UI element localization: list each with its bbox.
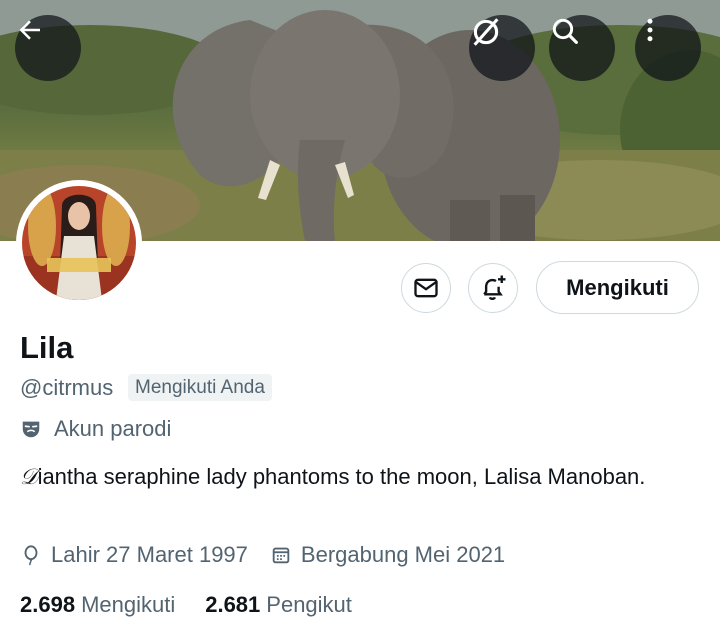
theater-mask-icon bbox=[22, 421, 40, 438]
message-button[interactable] bbox=[401, 263, 451, 313]
joined-item: Bergabung Mei 2021 bbox=[270, 542, 505, 568]
notifications-button[interactable] bbox=[468, 263, 518, 313]
bell-plus-icon bbox=[483, 275, 506, 300]
balloon-icon bbox=[24, 545, 38, 566]
following-label: Mengikuti bbox=[81, 592, 176, 617]
profile-stats: 2.698 Mengikuti 2.681 Pengikut bbox=[20, 592, 352, 618]
more-button[interactable] bbox=[635, 15, 701, 81]
bio-text: iantha seraphine lady phantoms to the mo… bbox=[37, 464, 646, 489]
profile-name: Lila bbox=[20, 330, 74, 365]
back-button[interactable] bbox=[15, 15, 81, 81]
joined-text: Bergabung Mei 2021 bbox=[300, 542, 506, 567]
search-button[interactable] bbox=[549, 15, 615, 81]
grok-icon bbox=[473, 18, 499, 46]
profile-meta: Lahir 27 Maret 1997 Bergabung Mei 2021 bbox=[20, 542, 505, 568]
profile-bio: 𝒟iantha seraphine lady phantoms to the m… bbox=[20, 460, 700, 494]
follows-you-badge: Mengikuti Anda bbox=[128, 374, 272, 401]
search-icon bbox=[552, 18, 578, 44]
profile-handle: @citrmus bbox=[20, 375, 114, 400]
following-stat[interactable]: 2.698 Mengikuti bbox=[20, 592, 175, 618]
back-arrow-icon bbox=[19, 20, 40, 40]
avatar[interactable] bbox=[16, 180, 142, 306]
birthday-item: Lahir 27 Maret 1997 bbox=[20, 542, 248, 568]
grok-button[interactable] bbox=[469, 15, 535, 81]
followers-label: Pengikut bbox=[266, 592, 352, 617]
parody-label: Akun parodi bbox=[20, 416, 171, 442]
following-count: 2.698 bbox=[20, 592, 76, 617]
followers-count: 2.681 bbox=[205, 592, 261, 617]
calendar-icon bbox=[272, 547, 290, 564]
bio-initial: 𝒟 bbox=[20, 465, 38, 490]
parody-text: Akun parodi bbox=[54, 416, 172, 441]
following-button[interactable]: Mengikuti bbox=[536, 261, 699, 314]
more-vertical-icon bbox=[647, 18, 653, 42]
followers-stat[interactable]: 2.681 Pengikut bbox=[205, 592, 352, 618]
envelope-icon bbox=[414, 278, 438, 298]
birthday-text: Lahir 27 Maret 1997 bbox=[51, 542, 248, 567]
avatar-image bbox=[22, 186, 136, 300]
